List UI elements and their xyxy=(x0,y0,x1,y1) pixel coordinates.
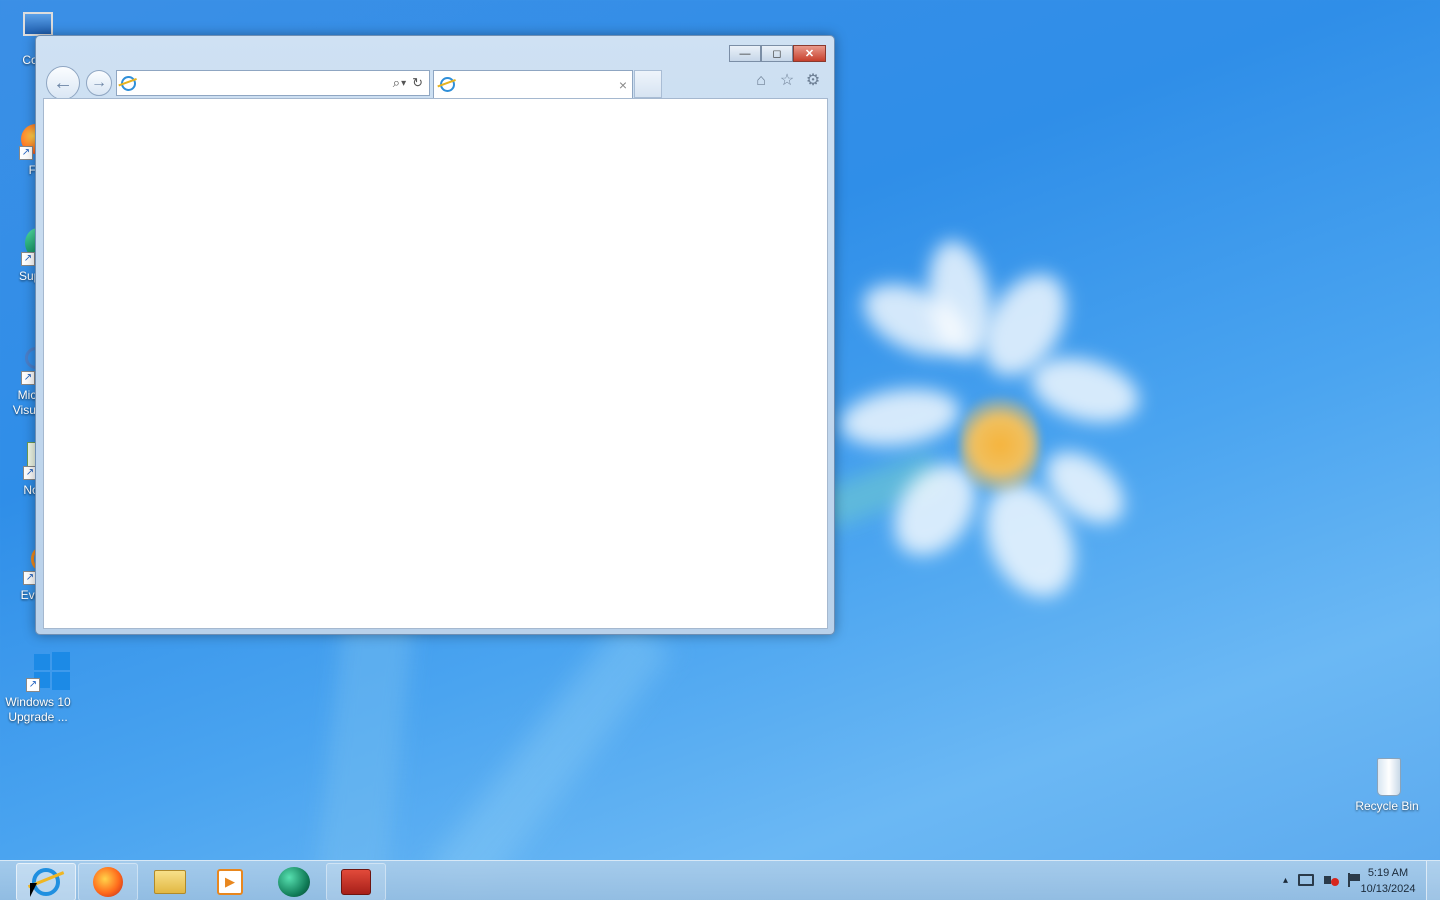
minimize-button[interactable]: — xyxy=(729,45,761,62)
ie-tab-icon xyxy=(440,77,455,92)
desktop-icon-label: Windows 10 Upgrade ... xyxy=(5,695,71,724)
windows-logo-icon: ↗ xyxy=(18,652,70,692)
clock-time: 5:19 AM xyxy=(1367,867,1409,879)
clock-date: 10/13/2024 xyxy=(1360,883,1416,895)
taskbar-file-explorer[interactable] xyxy=(140,863,200,900)
clock[interactable]: 5:19 AM 10/13/2024 xyxy=(1356,865,1420,897)
search-icon[interactable]: ⌕ xyxy=(393,75,400,91)
ie-page-icon xyxy=(121,75,136,91)
show-hidden-icons-chevron-icon[interactable]: ▴ xyxy=(1283,875,1288,886)
favorites-star-icon[interactable]: ☆ xyxy=(778,72,796,90)
window-controls: — ◻ ✕ xyxy=(729,45,826,62)
firefox-icon xyxy=(93,867,123,897)
new-tab-button[interactable] xyxy=(634,70,662,98)
taskbar-internet-explorer[interactable] xyxy=(16,863,76,900)
system-tray: ▴ xyxy=(1283,873,1362,887)
address-input[interactable] xyxy=(142,75,393,91)
restore-button[interactable]: ◻ xyxy=(761,45,793,62)
page-content-area[interactable] xyxy=(43,98,828,629)
close-button[interactable]: ✕ xyxy=(793,45,826,62)
taskbar-toolbox-app[interactable] xyxy=(326,863,386,900)
refresh-icon[interactable]: ↻ xyxy=(412,75,423,91)
toolbox-icon xyxy=(341,869,371,895)
wallpaper-stem xyxy=(314,597,416,900)
mouse-cursor-icon xyxy=(30,883,37,897)
address-bar[interactable]: ⌕ ▾ ↻ xyxy=(116,70,430,96)
ie-window: — ◻ ✕ ← → ⌕ ▾ ↻ × ⌂ ☆ ⚙ xyxy=(35,35,835,635)
desktop-icon-windows10-upgrade[interactable]: ↗ Windows 10 Upgrade ... xyxy=(3,652,73,725)
taskbar-media-player[interactable]: ▶ xyxy=(200,863,260,900)
show-desktop-button[interactable] xyxy=(1426,861,1440,900)
super-app-icon xyxy=(278,867,310,897)
taskbar-firefox[interactable] xyxy=(78,863,138,900)
close-tab-icon[interactable]: × xyxy=(614,77,632,93)
browser-tab[interactable]: × xyxy=(433,70,633,98)
back-button[interactable]: ← xyxy=(46,66,80,100)
dropdown-icon[interactable]: ▾ xyxy=(401,78,406,89)
desktop-icon-label: Recycle Bin xyxy=(1355,799,1419,813)
media-player-icon: ▶ xyxy=(217,869,243,895)
volume-muted-icon[interactable] xyxy=(1324,873,1339,887)
wallpaper-stem xyxy=(427,615,673,900)
taskbar: ▶ ▴ 5:19 AM 10/13/2024 xyxy=(0,860,1440,900)
recycle-bin-icon xyxy=(1367,756,1407,796)
forward-button[interactable]: → xyxy=(86,70,112,96)
command-icons: ⌂ ☆ ⚙ xyxy=(752,72,822,90)
wallpaper-flower xyxy=(836,230,1160,630)
settings-gear-icon[interactable]: ⚙ xyxy=(804,72,822,90)
desktop-icon-recycle-bin[interactable]: Recycle Bin xyxy=(1352,756,1422,813)
taskbar-super-app[interactable] xyxy=(264,863,324,900)
arrow-left-icon: ← xyxy=(53,71,73,94)
network-icon[interactable] xyxy=(1298,874,1314,886)
home-icon[interactable]: ⌂ xyxy=(752,72,770,90)
folder-icon xyxy=(154,870,186,894)
arrow-right-icon: → xyxy=(91,74,107,91)
